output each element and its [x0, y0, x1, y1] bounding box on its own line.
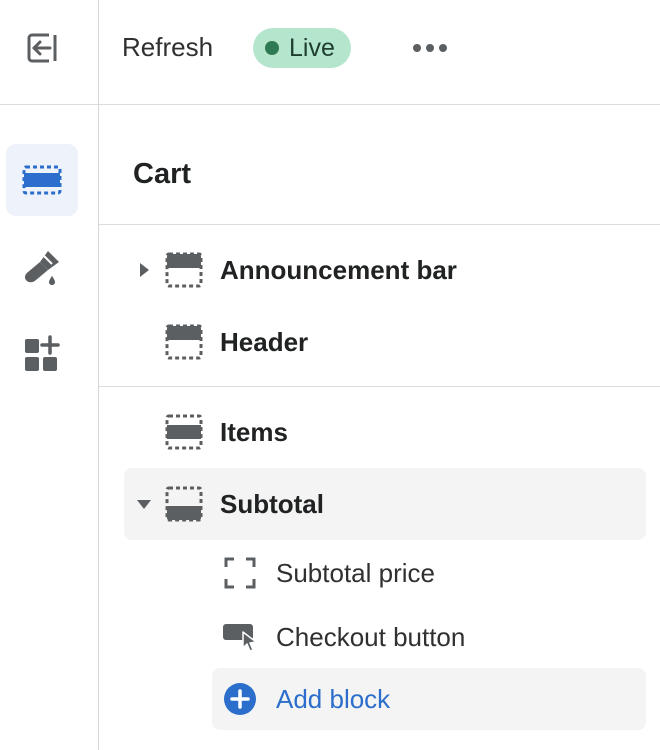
section-middle-icon [164, 412, 204, 452]
caret-right-icon [140, 263, 149, 277]
more-horizontal-icon [413, 44, 447, 52]
frame-corners-icon [220, 553, 260, 593]
section-top-icon [164, 322, 204, 362]
layout-sections-icon [22, 165, 62, 195]
section-item-label: Subtotal [220, 488, 324, 519]
block-item-subtotal-price[interactable]: Subtotal price [212, 542, 646, 604]
divider [99, 224, 660, 225]
section-top-icon [164, 250, 204, 290]
section-item-items[interactable]: Items [124, 396, 646, 468]
rail-item-theme-settings[interactable] [6, 232, 78, 304]
section-bottom-icon [164, 484, 204, 524]
exit-icon [27, 33, 57, 63]
caret-down-icon [137, 500, 151, 509]
plus-circle-icon [220, 679, 260, 719]
block-item-label: Subtotal price [276, 557, 435, 588]
section-item-label: Announcement bar [220, 254, 457, 285]
refresh-button[interactable]: Refresh [122, 30, 213, 64]
app-blocks-icon [25, 335, 60, 371]
paintbrush-icon [24, 251, 59, 285]
live-dot-icon [265, 41, 279, 55]
status-badge-label: Live [289, 33, 335, 62]
status-badge: Live [253, 28, 351, 68]
rail-item-sections[interactable] [6, 144, 78, 216]
block-item-label: Checkout button [276, 621, 466, 652]
section-item-announcement-bar[interactable]: Announcement bar [124, 234, 646, 306]
page-title: Cart [133, 158, 192, 190]
collapse-toggle[interactable] [124, 498, 164, 510]
expand-toggle[interactable] [124, 262, 164, 278]
rail-item-apps[interactable] [6, 318, 78, 390]
block-item-checkout-button[interactable]: Checkout button [212, 606, 646, 668]
add-block-button[interactable]: Add block [212, 668, 646, 730]
button-cursor-icon [220, 617, 260, 657]
more-actions-button[interactable] [408, 30, 452, 66]
add-block-label: Add block [276, 683, 391, 714]
divider [99, 386, 660, 387]
section-item-header[interactable]: Header [124, 306, 646, 378]
section-item-label: Header [220, 326, 309, 357]
section-item-subtotal[interactable]: Subtotal [124, 468, 646, 540]
rail-divider [98, 0, 99, 750]
exit-button[interactable] [18, 24, 66, 72]
section-item-label: Items [220, 416, 288, 447]
